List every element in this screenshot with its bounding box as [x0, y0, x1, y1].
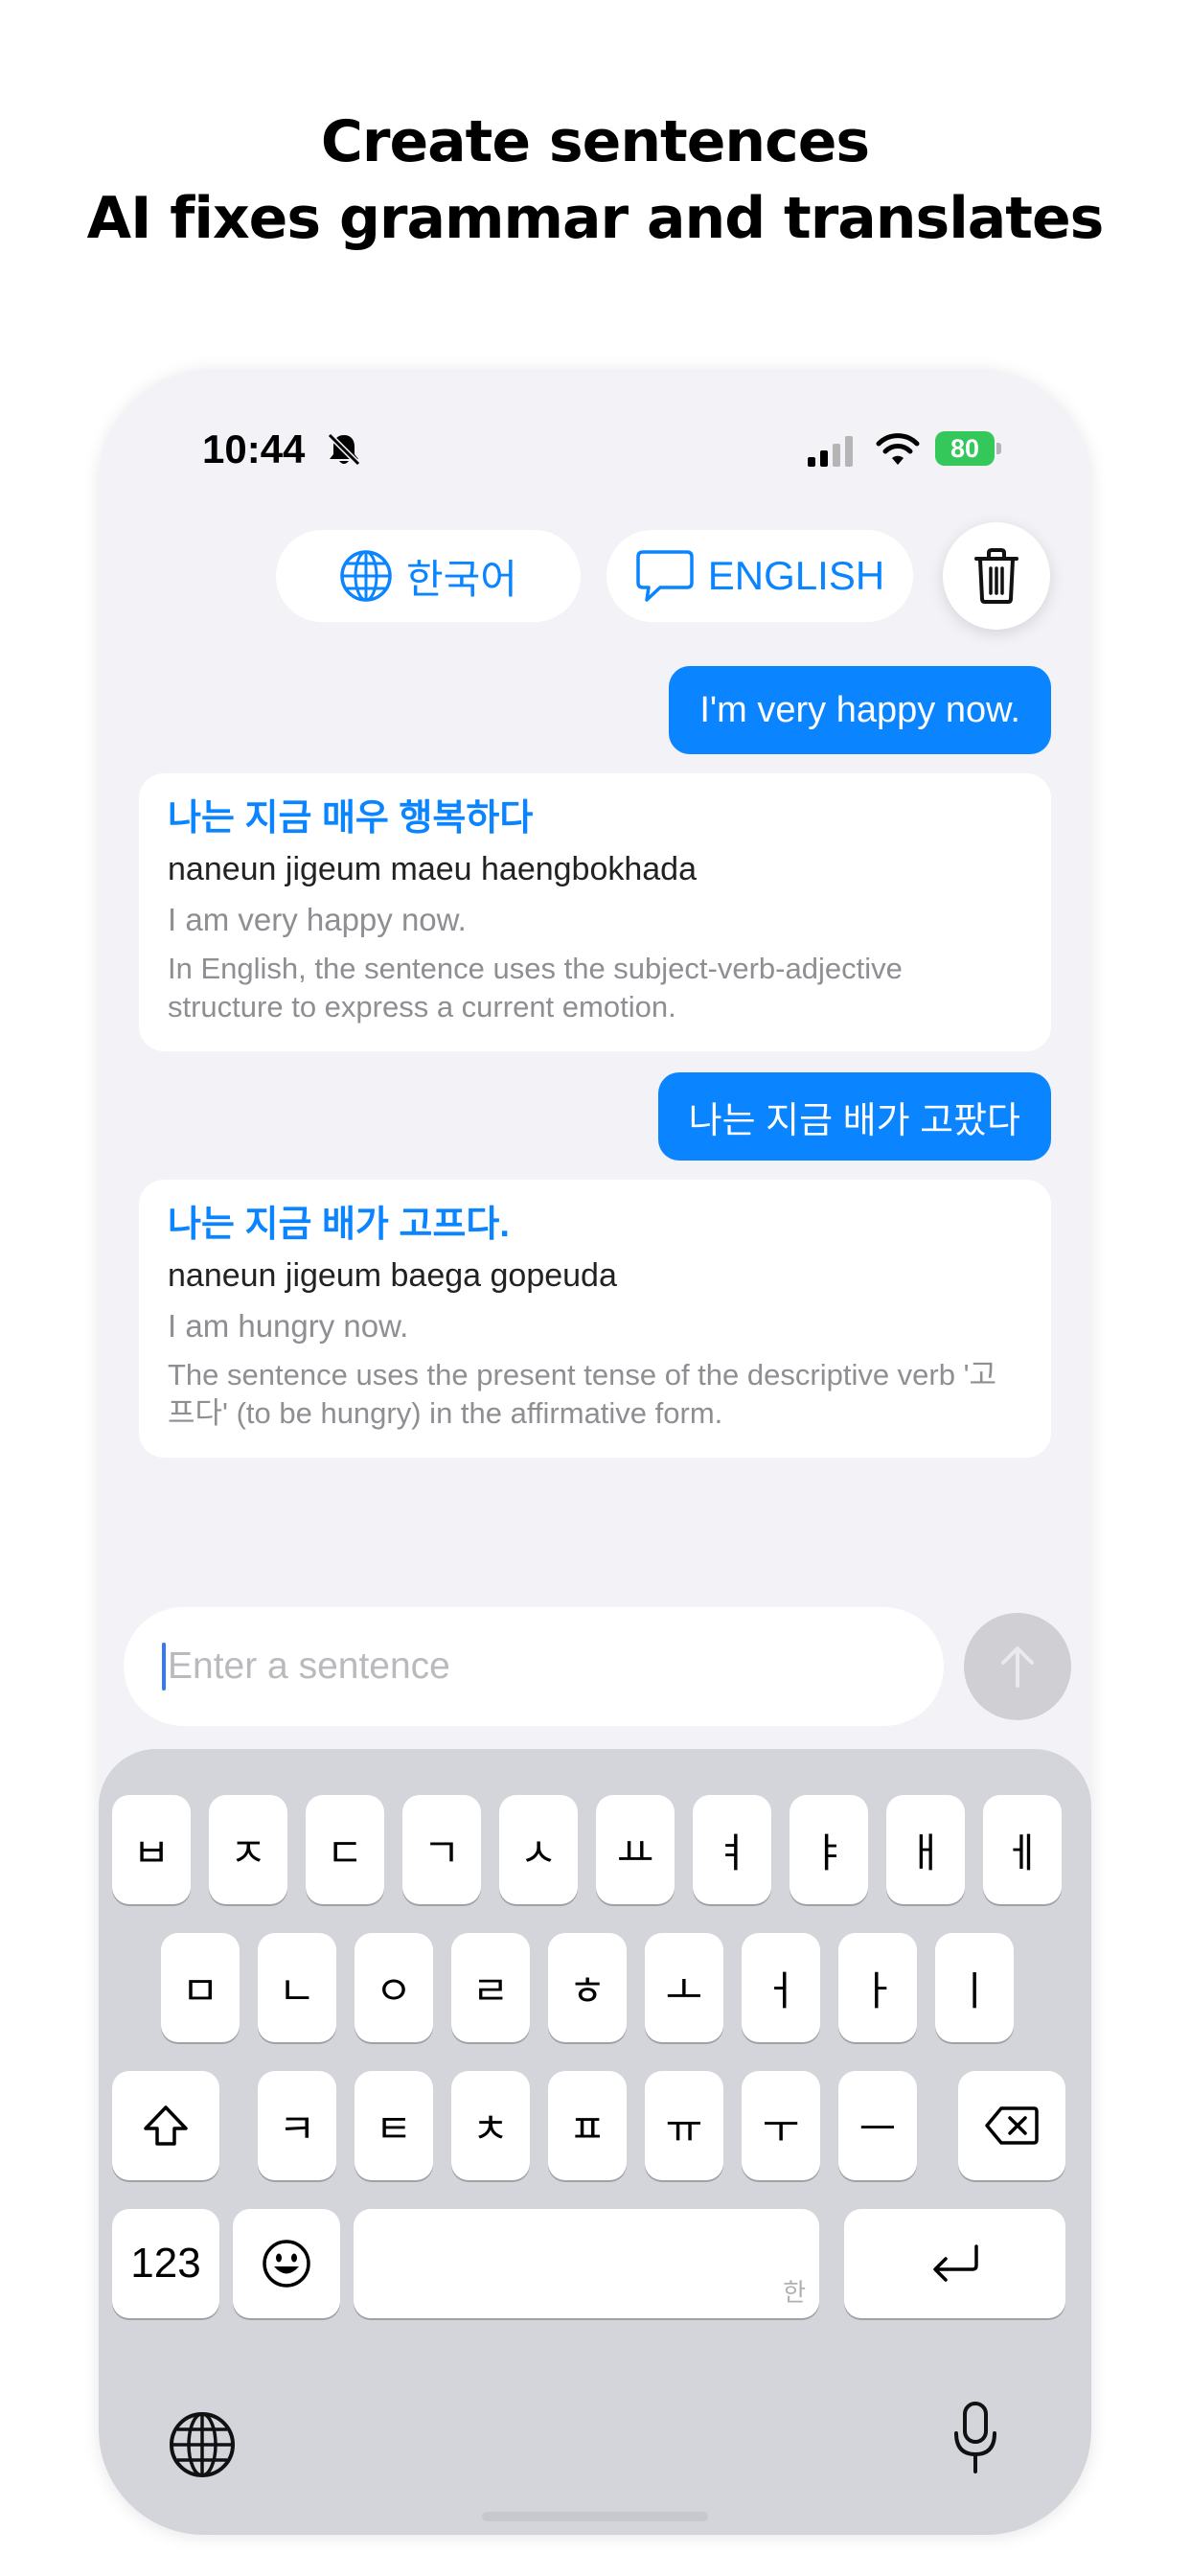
promo-line-1: Create sentences	[320, 108, 870, 175]
backspace-icon	[985, 2106, 1039, 2145]
grammar-explanation: The sentence uses the present tense of t…	[168, 1358, 997, 1430]
wifi-icon	[876, 433, 920, 465]
arrow-up-icon	[1001, 1646, 1034, 1688]
key[interactable]: ㅎ	[548, 1933, 627, 2042]
source-language-button[interactable]: 한국어	[276, 530, 581, 622]
numbers-key[interactable]: 123	[112, 2209, 219, 2318]
globe-icon	[340, 550, 392, 602]
backspace-key[interactable]	[958, 2071, 1065, 2180]
key[interactable]: ㅌ	[355, 2071, 433, 2180]
battery-indicator: 80	[935, 431, 1004, 466]
bell-off-icon	[326, 431, 362, 468]
key[interactable]: ㅕ	[693, 1795, 771, 1904]
key[interactable]: ㅐ	[886, 1795, 965, 1904]
promo-line-2: AI fixes grammar and translates	[86, 185, 1105, 252]
battery-cap	[996, 443, 1001, 454]
return-icon	[932, 2244, 978, 2282]
target-language-label: ENGLISH	[707, 553, 885, 598]
corrected-korean: 나는 지금 배가 고프다.	[168, 1205, 510, 1245]
key[interactable]: ㅛ	[596, 1795, 675, 1904]
key[interactable]: ㅏ	[838, 1933, 917, 2042]
space-key-hint: 한	[783, 2279, 806, 2308]
key[interactable]: ㅗ	[645, 1933, 723, 2042]
corrected-korean: 나는 지금 매우 행복하다	[168, 798, 534, 839]
sentence-input[interactable]: Enter a sentence	[124, 1607, 944, 1726]
romanization: naneun jigeum maeu haengbokhada	[168, 851, 698, 887]
keyboard-globe-icon[interactable]	[168, 2410, 237, 2479]
key[interactable]: ㅡ	[838, 2071, 917, 2180]
key[interactable]: ㄹ	[451, 1933, 530, 2042]
home-indicator	[482, 2512, 708, 2521]
return-key[interactable]	[844, 2209, 1065, 2318]
key[interactable]: ㅜ	[742, 2071, 820, 2180]
text-caret	[162, 1643, 166, 1690]
key[interactable]: ㄷ	[306, 1795, 384, 1904]
key[interactable]: ㅊ	[451, 2071, 530, 2180]
cellular-signal-icon	[808, 436, 853, 467]
shift-key[interactable]	[112, 2071, 219, 2180]
result-card: 나는 지금 매우 행복하다 naneun jigeum maeu haengbo…	[139, 773, 1051, 1051]
microphone-icon[interactable]	[951, 2401, 999, 2477]
key[interactable]: ㅇ	[355, 1933, 433, 2042]
key[interactable]: ㅁ	[161, 1933, 240, 2042]
key[interactable]: ㄱ	[402, 1795, 481, 1904]
key[interactable]: ㅔ	[983, 1795, 1062, 1904]
chat-bubble-icon	[636, 550, 694, 602]
space-key[interactable]: 한	[354, 2209, 819, 2318]
korean-keyboard: ㅂ ㅈ ㄷ ㄱ ㅅ ㅛ ㅕ ㅑ ㅐ ㅔ ㅁ ㄴ ㅇ ㄹ ㅎ ㅗ ㅓ ㅏ ㅣ ㅋ …	[99, 1749, 1091, 2535]
key[interactable]: ㅂ	[112, 1795, 191, 1904]
status-time: 10:44	[202, 426, 306, 472]
source-language-label: 한국어	[406, 556, 517, 602]
key[interactable]: ㄴ	[258, 1933, 336, 2042]
key[interactable]: ㅍ	[548, 2071, 627, 2180]
key[interactable]: ㅣ	[935, 1933, 1014, 2042]
emoji-key[interactable]	[233, 2209, 340, 2318]
result-card: 나는 지금 배가 고프다. naneun jigeum baega gopeud…	[139, 1180, 1051, 1458]
phone-screen: 10:44 80 한국어 ENGLISH I'm very happy now.…	[99, 369, 1091, 2535]
key[interactable]: ㅈ	[209, 1795, 287, 1904]
send-button[interactable]	[964, 1613, 1071, 1720]
romanization: naneun jigeum baega gopeuda	[168, 1257, 617, 1294]
key[interactable]: ㅑ	[790, 1795, 868, 1904]
grammar-explanation: In English, the sentence uses the subjec…	[168, 952, 903, 1024]
user-message-bubble: 나는 지금 배가 고팠다	[657, 1072, 1051, 1161]
key[interactable]: ㅓ	[742, 1933, 820, 2042]
user-message-bubble: I'm very happy now.	[669, 666, 1051, 754]
shift-icon	[144, 2105, 188, 2146]
emoji-icon	[263, 2240, 310, 2288]
translation: I am very happy now.	[168, 902, 467, 937]
target-language-button[interactable]: ENGLISH	[606, 530, 913, 622]
translation: I am hungry now.	[168, 1308, 409, 1344]
trash-icon	[974, 548, 1018, 604]
clear-conversation-button[interactable]	[943, 522, 1050, 630]
battery-level: 80	[935, 431, 995, 466]
key[interactable]: ㅠ	[645, 2071, 723, 2180]
promo-header: Create sentences AI fixes grammar and tr…	[0, 104, 1190, 257]
key[interactable]: ㅅ	[499, 1795, 578, 1904]
sentence-input-placeholder: Enter a sentence	[168, 1645, 450, 1687]
key[interactable]: ㅋ	[258, 2071, 336, 2180]
